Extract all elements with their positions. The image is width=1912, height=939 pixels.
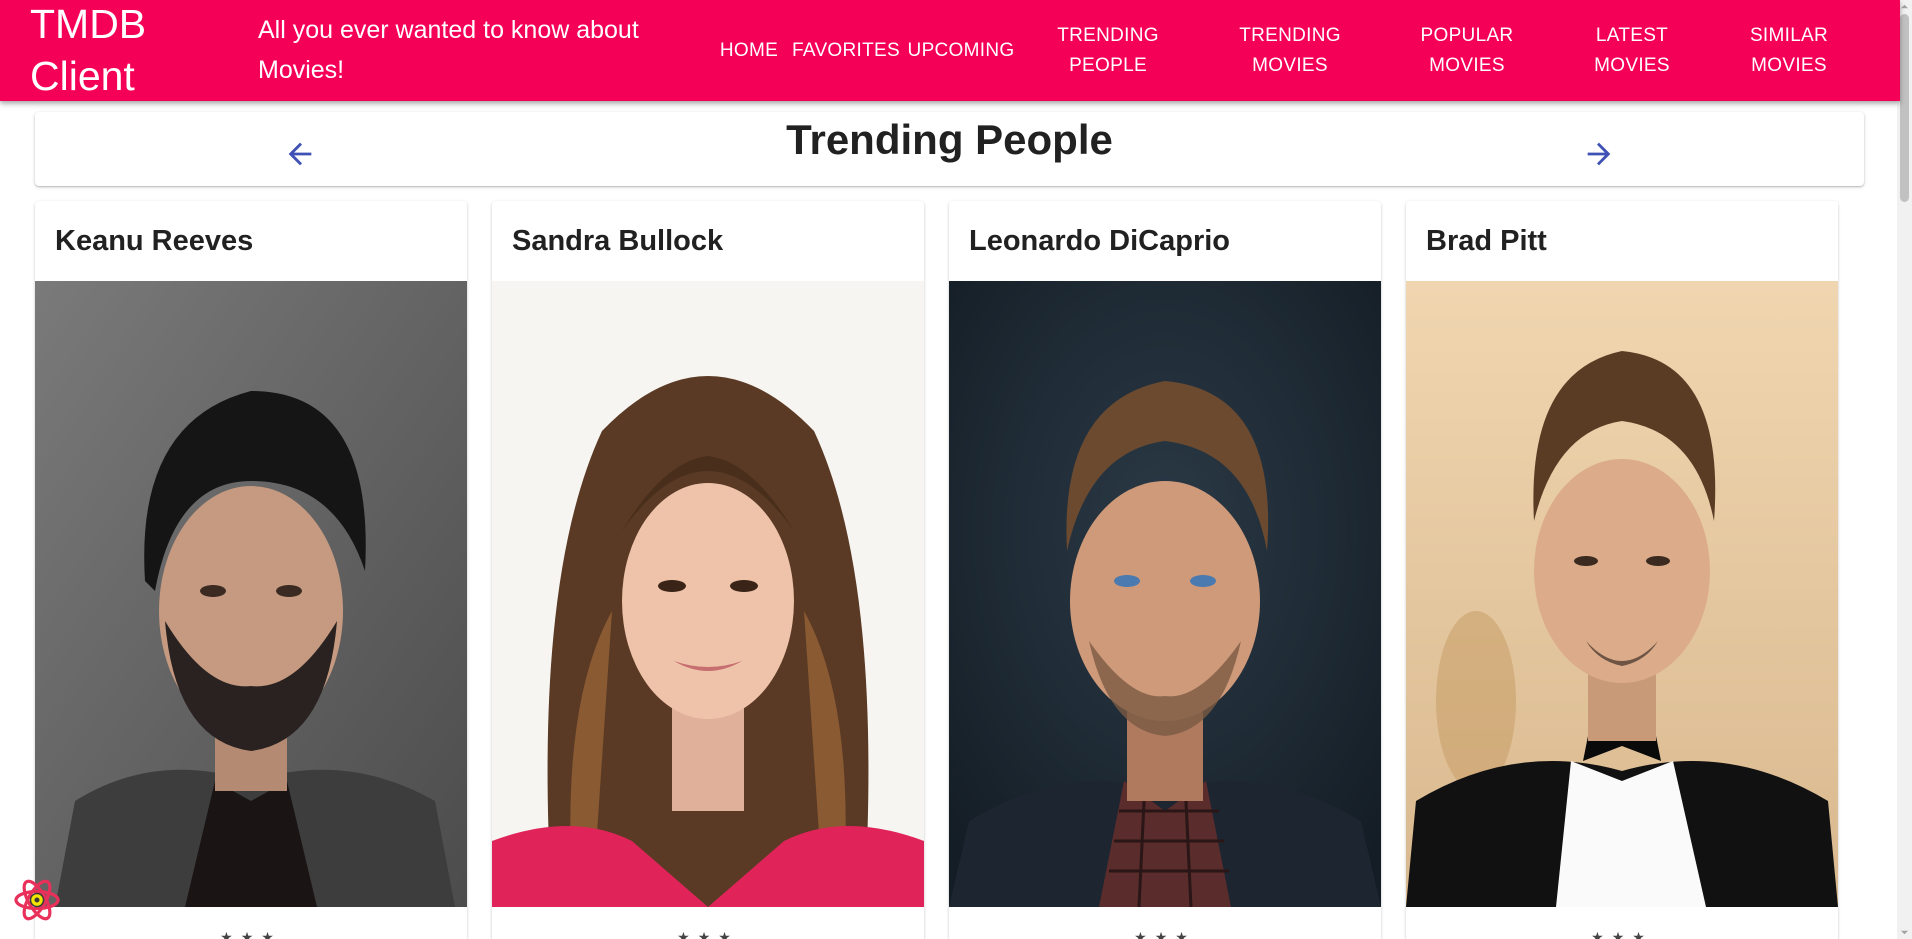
person-name: Leonardo DiCaprio <box>969 225 1231 257</box>
person-photo[interactable] <box>35 281 467 907</box>
app-page: TMDB Client All you ever wanted to know … <box>0 0 1912 939</box>
next-page-button[interactable] <box>1571 126 1627 182</box>
scroll-down-icon[interactable] <box>1900 928 1909 937</box>
person-name: Sandra Bullock <box>512 225 724 257</box>
react-devtools-button[interactable] <box>12 875 62 925</box>
brand-title[interactable]: TMDB Client <box>30 0 230 102</box>
nav-home[interactable]: HOME <box>713 0 785 101</box>
page-scrollbar[interactable] <box>1897 0 1912 939</box>
person-card[interactable]: Leonardo DiCaprio ★★★ <box>949 201 1381 939</box>
person-photo[interactable] <box>1406 281 1838 907</box>
app-bar: TMDB Client All you ever wanted to know … <box>0 0 1900 101</box>
person-photo[interactable] <box>492 281 924 907</box>
person-card[interactable]: Sandra Bullock ★★★ <box>492 201 924 939</box>
person-photo[interactable] <box>949 281 1381 907</box>
rating-stars: ★★★ <box>1134 929 1196 939</box>
person-card[interactable]: Brad Pitt ★★★ <box>1406 201 1838 939</box>
arrow-forward-icon <box>1587 142 1611 166</box>
nav-similar-movies[interactable]: SIMILAR MOVIES <box>1736 0 1842 101</box>
react-devtools-icon <box>14 879 60 921</box>
person-name: Keanu Reeves <box>55 225 254 257</box>
person-card[interactable]: Keanu Reeves ★★★ <box>35 201 467 939</box>
nav-upcoming[interactable]: UPCOMING <box>906 0 1016 101</box>
section-header: Trending People <box>35 112 1864 186</box>
rating-stars: ★★★ <box>677 929 739 939</box>
nav-trending-movies[interactable]: TRENDING MOVIES <box>1228 0 1352 101</box>
nav-favorites[interactable]: FAVORITES <box>792 0 900 101</box>
rating-stars: ★★★ <box>220 929 282 939</box>
nav-trending-people[interactable]: TRENDING PEOPLE <box>1048 0 1168 101</box>
nav-popular-movies[interactable]: POPULAR MOVIES <box>1408 0 1526 101</box>
nav-latest-movies[interactable]: LATEST MOVIES <box>1580 0 1684 101</box>
tagline: All you ever wanted to know about Movies… <box>258 16 639 84</box>
rating-stars: ★★★ <box>1591 929 1653 939</box>
person-name: Brad Pitt <box>1426 225 1547 257</box>
scroll-up-icon[interactable] <box>1900 2 1909 11</box>
scroll-thumb[interactable] <box>1900 14 1909 202</box>
